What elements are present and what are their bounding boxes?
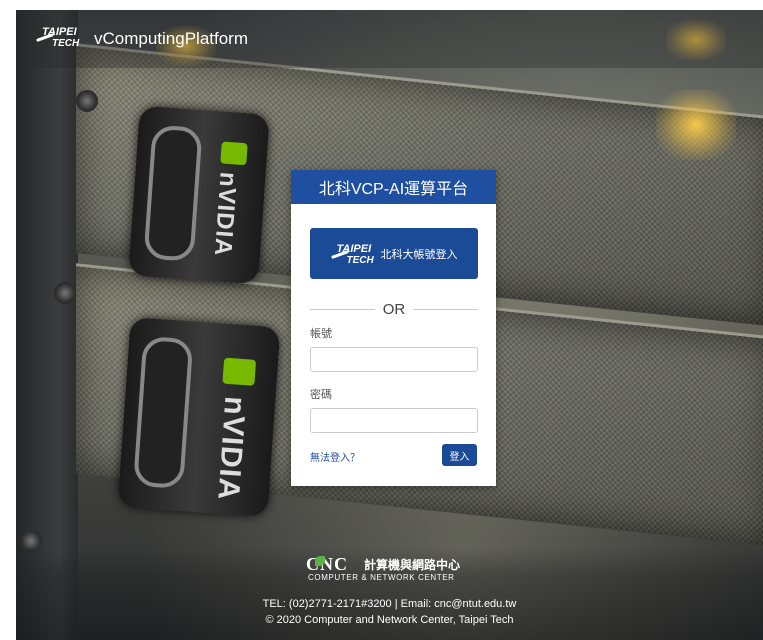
- gpu-bezel: nVIDIA: [128, 105, 270, 285]
- cnc-abbr: CNC: [306, 554, 348, 574]
- or-label: OR: [382, 300, 406, 318]
- screw: [76, 90, 98, 112]
- logo-text-line2: TECH: [346, 254, 374, 266]
- divider-line: [413, 308, 478, 310]
- cannot-login-link[interactable]: 無法登入？: [310, 449, 360, 464]
- logo-text-line1: TAIPEI: [336, 242, 372, 255]
- cnc-name-zh: 計算機與網路中心: [364, 558, 461, 572]
- app-title[interactable]: vComputingPlatform: [94, 29, 248, 49]
- yellow-light: [656, 90, 736, 160]
- login-button[interactable]: 登入: [442, 444, 477, 466]
- contact-info: TEL: (02)2771-2171#3200 | Email: cnc@ntu…: [262, 598, 517, 610]
- account-label: 帳號: [310, 328, 332, 340]
- gpu-bezel: nVIDIA: [117, 316, 281, 518]
- cnc-logo: CNC 計算機與網路中心 COMPUTER & NETWORK CENTER: [306, 554, 496, 584]
- divider-line: [310, 308, 375, 310]
- nvidia-wordmark: nVIDIA: [211, 395, 252, 502]
- taipei-tech-logo[interactable]: TAIPEI TECH: [36, 24, 80, 54]
- logo-text-line2: TECH: [52, 38, 80, 49]
- login-card: 北科VCP-AI運算平台 TAIPEI TECH 北科大帳號登入 OR 帳號 密…: [291, 170, 496, 486]
- sso-login-button[interactable]: TAIPEI TECH 北科大帳號登入: [310, 228, 478, 279]
- taipei-tech-logo: TAIPEI TECH: [330, 241, 374, 267]
- login-card-title: 北科VCP-AI運算平台: [291, 170, 496, 204]
- top-bar: TAIPEI TECH vComputingPlatform: [16, 10, 763, 68]
- account-input[interactable]: [310, 347, 478, 372]
- leaf-icon: [315, 556, 325, 566]
- cnc-name-en: COMPUTER & NETWORK CENTER: [308, 573, 455, 582]
- nvidia-logo-icon: [222, 357, 257, 386]
- nvidia-wordmark: nVIDIA: [208, 171, 242, 258]
- password-label: 密碼: [310, 389, 332, 401]
- password-input[interactable]: [310, 408, 478, 433]
- bezel-handle: [133, 335, 194, 490]
- logo-text-line1: TAIPEI: [42, 26, 77, 38]
- bezel-handle: [143, 124, 203, 262]
- or-divider: OR: [310, 300, 478, 318]
- sso-login-label: 北科大帳號登入: [380, 248, 458, 261]
- footer: CNC 計算機與網路中心 COMPUTER & NETWORK CENTER T…: [16, 548, 763, 640]
- screw: [54, 282, 76, 304]
- copyright: © 2020 Computer and Network Center, Taip…: [265, 614, 514, 626]
- nvidia-logo-icon: [220, 141, 248, 166]
